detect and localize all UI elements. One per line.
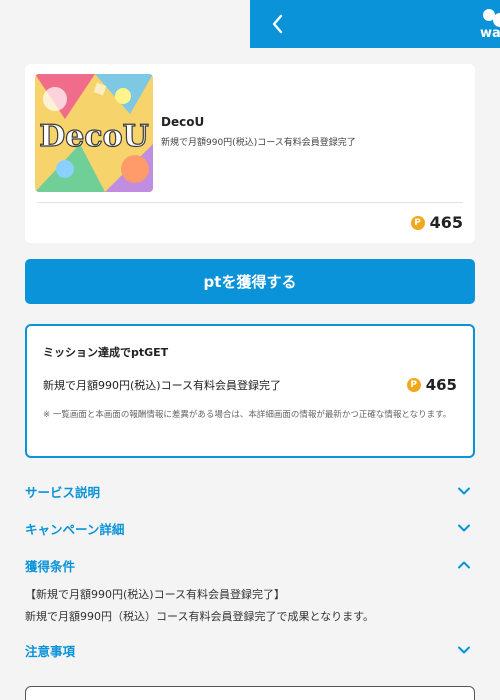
section-notes-title: 注意事項 xyxy=(25,644,76,659)
app-points-value: 465 xyxy=(429,213,463,232)
logo-text: wa xyxy=(480,26,500,41)
app-card: DecoU DecoU 新規で月額990円(税込)コース有料会員登録完了 P 4… xyxy=(25,64,475,243)
chevron-up-icon xyxy=(458,561,470,569)
section-campaign-title: キャンペーン詳細 xyxy=(25,522,125,537)
mission-points-value: 465 xyxy=(425,376,457,394)
mission-note: ※ 一覧画面と本画面の報酬情報に差異がある場合は、本詳細画面の情報が最新かつ正確… xyxy=(43,410,452,420)
logo: wa xyxy=(478,6,500,42)
conditions-line-2: 新規で月額990円（税込）コース有料会員登録完了で成果となります。 xyxy=(25,610,375,623)
section-service[interactable]: サービス説明 xyxy=(25,482,475,502)
section-service-title: サービス説明 xyxy=(25,485,101,500)
app-name: DecoU xyxy=(161,115,205,129)
chevron-left-icon[interactable] xyxy=(266,12,290,36)
section-conditions-title: 獲得条件 xyxy=(25,559,76,574)
section-notes[interactable]: 注意事項 xyxy=(25,641,475,661)
chevron-down-icon xyxy=(458,487,470,495)
section-conditions[interactable]: 獲得条件 xyxy=(25,556,475,576)
mission-title: ミッション達成でptGET xyxy=(43,346,169,359)
app-thumbnail: DecoU xyxy=(35,74,153,192)
chevron-down-icon xyxy=(458,646,470,654)
mission-points: P 465 xyxy=(406,376,457,394)
app-points: P 465 xyxy=(410,213,463,232)
point-coin-icon: P xyxy=(406,378,421,392)
app-thumbnail-title: DecoU xyxy=(39,119,149,154)
conditions-line-1: 【新規で月額990円(税込)コース有料会員登録完了】 xyxy=(25,588,286,601)
app-description: 新規で月額990円(税込)コース有料会員登録完了 xyxy=(161,138,356,148)
section-campaign[interactable]: キャンペーン詳細 xyxy=(25,519,475,539)
divider xyxy=(37,202,463,203)
get-points-button[interactable]: ptを獲得する xyxy=(25,259,475,304)
mission-description: 新規で月額990円(税込)コース有料会員登録完了 xyxy=(43,379,282,392)
mission-box: ミッション達成でptGET 新規で月額990円(税込)コース有料会員登録完了 P… xyxy=(25,324,475,458)
header-bar xyxy=(250,0,500,48)
chevron-down-icon xyxy=(458,524,470,532)
bottom-button[interactable] xyxy=(25,686,475,700)
app-thumbnail-image: DecoU xyxy=(35,74,153,192)
point-coin-icon: P xyxy=(410,215,425,230)
